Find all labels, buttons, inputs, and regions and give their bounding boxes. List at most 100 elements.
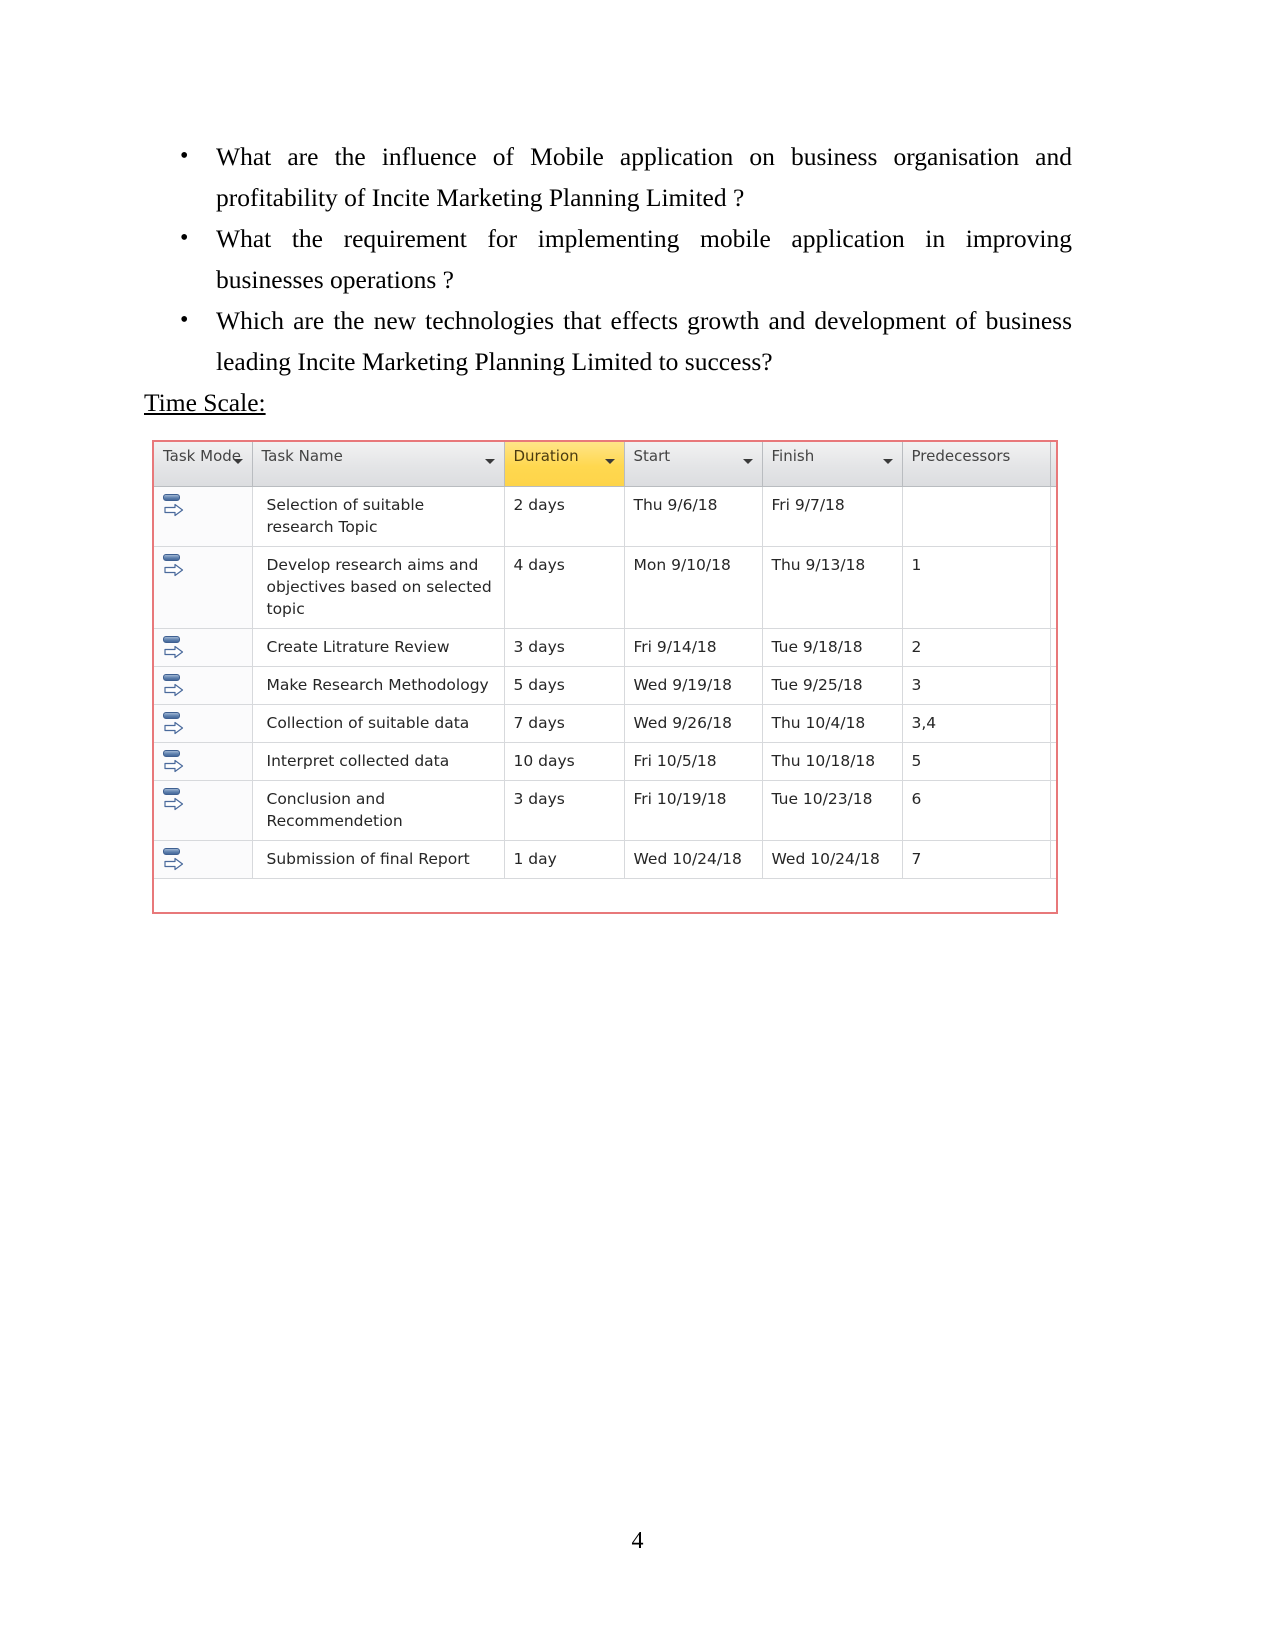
cell-task-name[interactable]: Interpret collected data xyxy=(252,742,505,781)
column-header-label: Duration xyxy=(513,447,579,465)
table-row[interactable]: Collection of suitable data 7 days Wed 9… xyxy=(154,704,1056,743)
manually-scheduled-task-icon xyxy=(162,847,186,871)
list-item: • Which are the new technologies that ef… xyxy=(144,300,1072,382)
cell-task-mode[interactable] xyxy=(154,704,253,743)
cell-task-mode[interactable] xyxy=(154,546,253,629)
cell-finish[interactable]: Tue 10/23/18 xyxy=(762,780,903,841)
manually-scheduled-task-icon xyxy=(162,711,186,735)
bullet-icon: • xyxy=(180,225,189,251)
cell-duration[interactable]: 5 days xyxy=(504,666,625,705)
column-header-task-name[interactable]: Task Name xyxy=(252,442,505,487)
cell-finish[interactable]: Thu 10/18/18 xyxy=(762,742,903,781)
cell-task-name[interactable]: Create Litrature Review xyxy=(252,628,505,667)
bullet-icon: • xyxy=(180,143,189,169)
table-row[interactable]: Create Litrature Review 3 days Fri 9/14/… xyxy=(154,628,1056,667)
cell-duration[interactable]: 4 days xyxy=(504,546,625,629)
table-row[interactable]: Interpret collected data 10 days Fri 10/… xyxy=(154,742,1056,781)
table-header-row: Task Mode Task Name Duration Start Finis… xyxy=(154,442,1056,487)
table-row[interactable]: Selection of suitable research Topic 2 d… xyxy=(154,486,1056,547)
table-row[interactable]: Conclusion and Recommendetion 3 days Fri… xyxy=(154,780,1056,841)
cell-task-mode[interactable] xyxy=(154,666,253,705)
cell-finish[interactable]: Fri 9/7/18 xyxy=(762,486,903,547)
column-header-label: Task Mode xyxy=(163,447,242,465)
cell-task-mode[interactable] xyxy=(154,742,253,781)
cell-predecessors[interactable]: 3,4 xyxy=(902,704,1051,743)
column-header-task-mode[interactable]: Task Mode xyxy=(154,442,253,487)
cell-overflow xyxy=(1050,704,1056,743)
manually-scheduled-task-icon xyxy=(162,787,186,811)
chevron-down-icon[interactable] xyxy=(232,459,243,464)
chevron-down-icon[interactable] xyxy=(882,459,893,464)
cell-predecessors[interactable]: 7 xyxy=(902,840,1051,879)
manually-scheduled-task-icon xyxy=(162,673,186,697)
cell-task-mode[interactable] xyxy=(154,840,253,879)
chevron-down-icon[interactable] xyxy=(742,459,753,464)
cell-start[interactable]: Wed 9/26/18 xyxy=(624,704,763,743)
document-page: • What are the influence of Mobile appli… xyxy=(0,0,1275,1651)
cell-start[interactable]: Mon 9/10/18 xyxy=(624,546,763,629)
cell-task-name[interactable]: Develop research aims and objectives bas… xyxy=(252,546,505,629)
cell-overflow xyxy=(1050,780,1056,841)
cell-task-name[interactable]: Submission of final Report xyxy=(252,840,505,879)
question-text: What the requirement for implementing mo… xyxy=(216,224,1072,294)
cell-overflow xyxy=(1050,546,1056,629)
cell-task-mode[interactable] xyxy=(154,628,253,667)
column-header-overflow xyxy=(1050,442,1056,487)
cell-finish[interactable]: Wed 10/24/18 xyxy=(762,840,903,879)
cell-task-name[interactable]: Make Research Methodology xyxy=(252,666,505,705)
question-text: What are the influence of Mobile applica… xyxy=(216,142,1072,212)
cell-finish[interactable]: Tue 9/25/18 xyxy=(762,666,903,705)
cell-start[interactable]: Wed 10/24/18 xyxy=(624,840,763,879)
cell-predecessors[interactable]: 2 xyxy=(902,628,1051,667)
manually-scheduled-task-icon xyxy=(162,635,186,659)
cell-task-mode[interactable] xyxy=(154,486,253,547)
cell-overflow xyxy=(1050,666,1056,705)
chevron-down-icon[interactable] xyxy=(604,459,615,464)
table-row[interactable]: Develop research aims and objectives bas… xyxy=(154,546,1056,629)
cell-duration[interactable]: 7 days xyxy=(504,704,625,743)
cell-duration[interactable]: 10 days xyxy=(504,742,625,781)
column-header-label: Task Name xyxy=(261,447,343,465)
cell-start[interactable]: Fri 10/5/18 xyxy=(624,742,763,781)
cell-predecessors[interactable]: 5 xyxy=(902,742,1051,781)
cell-predecessors[interactable]: 3 xyxy=(902,666,1051,705)
cell-duration[interactable]: 3 days xyxy=(504,780,625,841)
cell-predecessors[interactable] xyxy=(902,486,1051,547)
column-header-duration[interactable]: Duration xyxy=(504,442,625,487)
column-header-finish[interactable]: Finish xyxy=(762,442,903,487)
project-schedule-table: Task Mode Task Name Duration Start Finis… xyxy=(152,440,1058,914)
cell-finish[interactable]: Tue 9/18/18 xyxy=(762,628,903,667)
column-header-predecessors[interactable]: Predecessors xyxy=(902,442,1051,487)
cell-finish[interactable]: Thu 9/13/18 xyxy=(762,546,903,629)
column-header-label: Start xyxy=(633,447,671,465)
table-row[interactable]: Make Research Methodology 5 days Wed 9/1… xyxy=(154,666,1056,705)
column-header-start[interactable]: Start xyxy=(624,442,763,487)
cell-task-name[interactable]: Conclusion and Recommendetion xyxy=(252,780,505,841)
cell-start[interactable]: Fri 10/19/18 xyxy=(624,780,763,841)
cell-task-name[interactable]: Selection of suitable research Topic xyxy=(252,486,505,547)
cell-start[interactable]: Thu 9/6/18 xyxy=(624,486,763,547)
cell-finish[interactable]: Thu 10/4/18 xyxy=(762,704,903,743)
question-text: Which are the new technologies that effe… xyxy=(216,306,1072,376)
chevron-down-icon[interactable] xyxy=(484,459,495,464)
page-section-heading: Time Scale: xyxy=(144,388,266,417)
list-item: • What are the influence of Mobile appli… xyxy=(144,136,1072,218)
cell-duration[interactable]: 3 days xyxy=(504,628,625,667)
gantt-task-table: Task Mode Task Name Duration Start Finis… xyxy=(154,442,1056,879)
cell-start[interactable]: Wed 9/19/18 xyxy=(624,666,763,705)
cell-overflow xyxy=(1050,628,1056,667)
cell-start[interactable]: Fri 9/14/18 xyxy=(624,628,763,667)
manually-scheduled-task-icon xyxy=(162,493,186,517)
column-header-label: Finish xyxy=(771,447,815,465)
table-row[interactable]: Submission of final Report 1 day Wed 10/… xyxy=(154,840,1056,879)
table-body: Selection of suitable research Topic 2 d… xyxy=(154,486,1056,879)
manually-scheduled-task-icon xyxy=(162,749,186,773)
cell-overflow xyxy=(1050,840,1056,879)
cell-overflow xyxy=(1050,486,1056,547)
cell-duration[interactable]: 1 day xyxy=(504,840,625,879)
cell-predecessors[interactable]: 1 xyxy=(902,546,1051,629)
cell-task-name[interactable]: Collection of suitable data xyxy=(252,704,505,743)
cell-predecessors[interactable]: 6 xyxy=(902,780,1051,841)
cell-duration[interactable]: 2 days xyxy=(504,486,625,547)
cell-task-mode[interactable] xyxy=(154,780,253,841)
